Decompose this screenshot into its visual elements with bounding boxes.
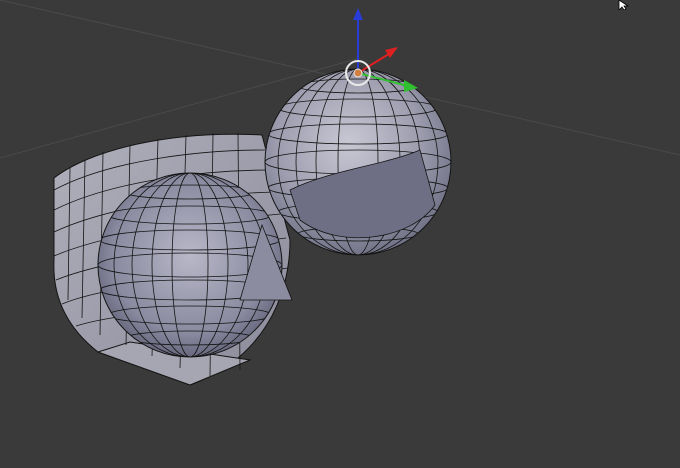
cut-sphere: [264, 68, 452, 256]
scene-canvas[interactable]: [0, 0, 680, 468]
cursor-arrow-icon: [618, 0, 630, 10]
3d-viewport[interactable]: [0, 0, 680, 468]
